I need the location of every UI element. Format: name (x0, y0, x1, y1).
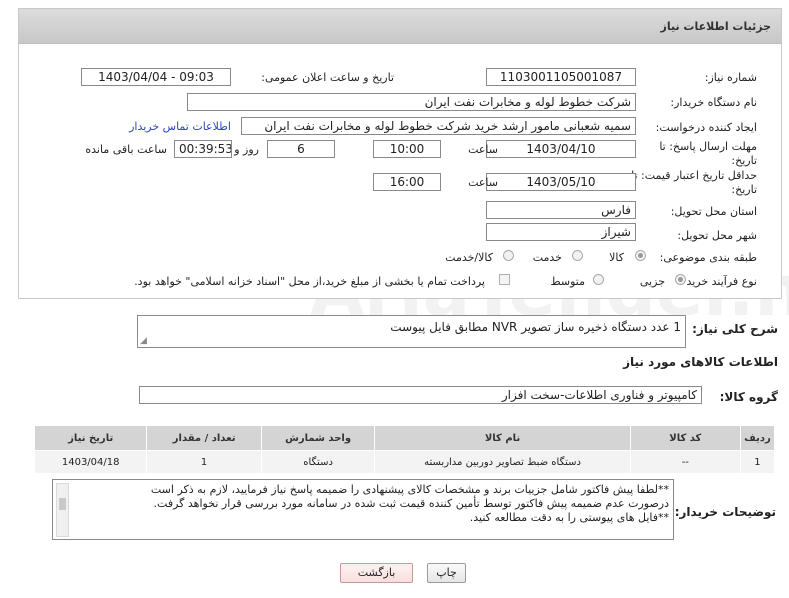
buyer-label: نام دستگاه خریدار: (670, 96, 757, 109)
col-name: نام کالا (374, 425, 631, 451)
description-field: 1 عدد دستگاه ذخیره ساز تصویر NVR مطابق ف… (137, 315, 686, 348)
cell-qty: 1 (146, 450, 262, 474)
scrollbar-thumb[interactable] (59, 498, 66, 510)
category-goods-label: کالا (609, 251, 624, 264)
deadline-label-date: تاریخ: (731, 154, 757, 167)
deadline-time-field: 10:00 (373, 140, 441, 158)
category-both-label: کالا/خدمت (445, 251, 493, 264)
col-unit: واحد شمارش (260, 425, 376, 451)
buyer-notes-text: **لطفا پیش فاکتور شامل جزییات برند و مشخ… (71, 483, 669, 525)
buyer-field: شرکت خطوط لوله و مخابرات نفت ایران (187, 93, 636, 111)
resize-handle-icon[interactable]: ◢ (140, 336, 147, 346)
col-date: تاریخ نیاز (33, 425, 148, 451)
panel-header: جزئیات اطلاعات نیاز (19, 9, 781, 44)
need-details-panel: جزئیات اطلاعات نیاز شماره نیاز: 11030011… (18, 8, 782, 299)
deadline-time-label: ساعت (468, 143, 498, 156)
deadline-label: مهلت ارسال پاسخ: تا (659, 140, 757, 153)
category-service-label: خدمت (532, 251, 562, 264)
cell-code: -- (629, 450, 741, 474)
need-number-field: 1103001105001087 (486, 68, 636, 86)
treasury-payment-checkbox[interactable] (499, 274, 510, 285)
col-row: ردیف (739, 425, 776, 451)
notes-scrollbar[interactable] (56, 483, 69, 537)
cell-date: 1403/04/18 (33, 450, 148, 474)
days-remaining-field: 6 (267, 140, 335, 158)
validity-date-field: 1403/05/10 (486, 173, 636, 191)
need-number-label: شماره نیاز: (704, 71, 757, 84)
buyer-notes-line: **لطفا پیش فاکتور شامل جزییات برند و مشخ… (150, 483, 669, 496)
validity-time-field: 16:00 (373, 173, 441, 191)
creator-field: سمیه شعبانی مامور ارشد خرید شرکت خطوط لو… (241, 117, 636, 135)
goods-group-label: گروه کالا: (719, 390, 778, 404)
back-button[interactable]: بازگشت (340, 563, 413, 583)
table-row: 1 -- دستگاه ضبط تصاویر دوربین مداربسته د… (33, 450, 776, 474)
category-both-radio[interactable] (503, 250, 514, 261)
city-field: شیراز (486, 223, 636, 241)
purchase-medium-radio[interactable] (593, 274, 604, 285)
cell-row: 1 (739, 450, 776, 474)
goods-group-field: کامپیوتر و فناوری اطلاعات-سخت افزار (139, 386, 702, 404)
announce-datetime-field: 1403/04/04 - 09:03 (81, 68, 231, 86)
cell-unit: دستگاه (260, 450, 376, 474)
category-service-radio[interactable] (572, 250, 583, 261)
purchase-type-label: نوع فرآیند خرید : (679, 275, 757, 288)
purchase-minor-radio[interactable] (675, 274, 686, 285)
description-label: شرح کلی نیاز: (692, 322, 778, 336)
buyer-notes-label: توضیحات خریدار: (674, 505, 776, 519)
goods-table-header: ردیف کد کالا نام کالا واحد شمارش تعداد /… (33, 425, 776, 451)
buyer-notes-field: **لطفا پیش فاکتور شامل جزییات برند و مشخ… (52, 479, 674, 540)
purchase-medium-label: متوسط (550, 275, 585, 288)
col-qty: تعداد / مقدار (146, 425, 262, 451)
city-label: شهر محل تحویل: (677, 229, 757, 242)
creator-label: ایجاد کننده درخواست: (655, 121, 757, 134)
treasury-payment-note: پرداخت تمام یا بخشی از مبلغ خرید،از محل … (134, 275, 485, 288)
goods-table: ردیف کد کالا نام کالا واحد شمارش تعداد /… (33, 425, 776, 474)
announce-label: تاریخ و ساعت اعلان عمومی: (261, 71, 394, 84)
buyer-notes-line: درصورت عدم ضمیمه پیش فاکتور توسط تأمین ک… (153, 497, 669, 510)
goods-section-title: اطلاعات کالاهای مورد نیاز (623, 355, 778, 369)
buyer-notes-line: **فایل های پیوستی را به دقت مطالعه کنید. (469, 511, 669, 524)
category-label: طبقه بندی موضوعی: (659, 251, 757, 264)
category-goods-radio[interactable] (635, 250, 646, 261)
print-button[interactable]: چاپ (427, 563, 466, 583)
cell-name: دستگاه ضبط تصاویر دوربین مداربسته (374, 450, 631, 474)
validity-time-label: ساعت (468, 176, 498, 189)
deadline-date-field: 1403/04/10 (486, 140, 636, 158)
purchase-minor-label: جزیی (639, 275, 665, 288)
col-code: کد کالا (629, 425, 741, 451)
buyer-contact-link[interactable]: اطلاعات تماس خریدار (129, 120, 231, 133)
remaining-time-field: 00:39:53 (174, 140, 232, 158)
days-label: روز و (234, 143, 259, 156)
province-field: فارس (486, 201, 636, 219)
validity-label-date: تاریخ: (731, 183, 757, 196)
province-label: استان محل تحویل: (670, 205, 757, 218)
remaining-label: ساعت باقی مانده (85, 143, 167, 156)
page-title: جزئیات اطلاعات نیاز (660, 20, 772, 33)
validity-label: حداقل تاریخ اعتبار قیمت: تا (631, 169, 757, 182)
